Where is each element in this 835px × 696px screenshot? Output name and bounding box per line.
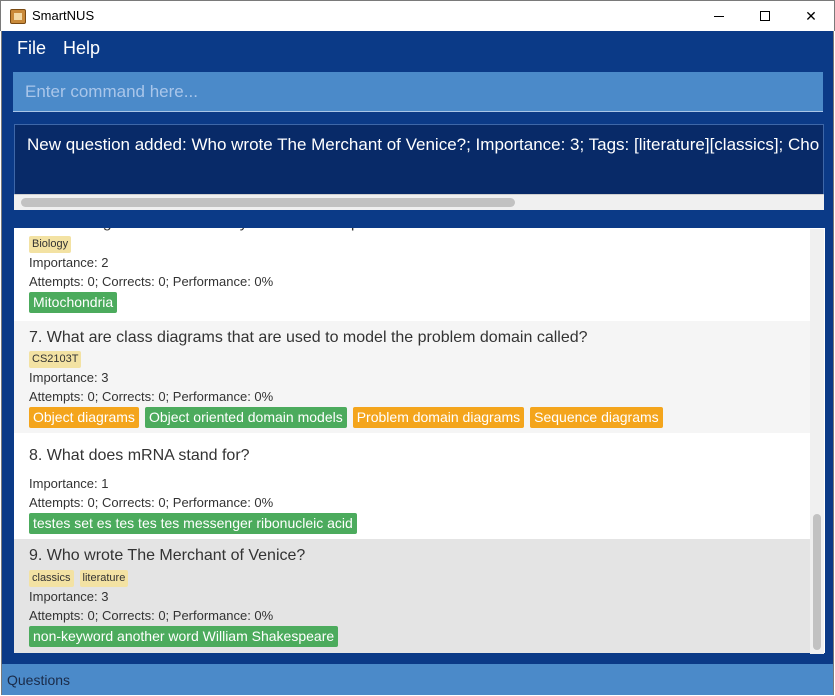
question-card[interactable]: 8. What does mRNA stand for? Importance: … — [14, 433, 810, 539]
tag-list: classics literature — [29, 570, 129, 587]
title-bar: SmartNUS ✕ — [0, 0, 835, 31]
command-box — [13, 72, 823, 112]
question-stats: Attempts: 0; Corrects: 0; Performance: 0… — [29, 274, 274, 289]
question-stats: Attempts: 0; Corrects: 0; Performance: 0… — [29, 389, 274, 404]
question-list: 6. What organelle is commonly known as t… — [14, 228, 825, 653]
question-card[interactable]: 7. What are class diagrams that are used… — [14, 321, 810, 433]
tag-list: Biology — [29, 236, 72, 253]
question-list-scrollbar[interactable] — [810, 229, 824, 654]
question-importance: Importance: 3 — [29, 589, 109, 604]
question-stats: Attempts: 0; Corrects: 0; Performance: 0… — [29, 495, 274, 510]
question-title: 6. What organelle is commonly known as t… — [29, 228, 520, 232]
question-importance: Importance: 2 — [29, 255, 109, 270]
status-bar: Questions — [2, 664, 833, 695]
result-text: New question added: Who wrote The Mercha… — [27, 135, 820, 154]
question-title: 9. Who wrote The Merchant of Venice? — [29, 547, 306, 564]
question-importance: Importance: 1 — [29, 476, 109, 491]
tag-badge: Biology — [29, 236, 72, 253]
tag-list: CS2103T — [29, 351, 82, 368]
menu-help[interactable]: Help — [63, 38, 100, 59]
close-icon: ✕ — [805, 7, 817, 24]
menu-bar: File Help — [2, 31, 833, 67]
result-horizontal-scrollbar[interactable] — [14, 194, 824, 210]
option-list: testes set es tes tes tes messenger ribo… — [29, 513, 357, 534]
question-importance: Importance: 3 — [29, 370, 109, 385]
question-list-scrollbar-thumb[interactable] — [813, 514, 821, 650]
app-window: File Help New question added: Who wrote … — [1, 31, 834, 695]
question-title: 8. What does mRNA stand for? — [29, 447, 250, 464]
close-button[interactable]: ✕ — [788, 1, 834, 31]
correct-option-badge: Object oriented domain models — [144, 407, 347, 428]
maximize-icon — [760, 11, 770, 21]
minimize-icon — [714, 15, 724, 17]
option-badge: Problem domain diagrams — [352, 407, 525, 428]
tag-badge: literature — [79, 570, 129, 587]
option-list: Mitochondria — [29, 292, 118, 313]
result-scrollbar-thumb[interactable] — [21, 198, 515, 207]
option-badge: Object diagrams — [29, 407, 139, 428]
option-list: non-keyword another word William Shakesp… — [29, 626, 339, 647]
option-badge: Sequence diagrams — [530, 407, 663, 428]
window-title: SmartNUS — [32, 8, 95, 23]
maximize-button[interactable] — [742, 1, 788, 31]
command-input[interactable] — [13, 72, 823, 111]
question-card[interactable]: 9. Who wrote The Merchant of Venice? clas… — [14, 539, 810, 653]
correct-option-badge: testes set es tes tes tes messenger ribo… — [29, 513, 357, 534]
minimize-button[interactable] — [696, 1, 742, 31]
menu-file[interactable]: File — [17, 38, 46, 59]
correct-option-badge: non-keyword another word William Shakesp… — [29, 626, 339, 647]
question-card[interactable]: 6. What organelle is commonly known as t… — [14, 228, 810, 321]
status-text: Questions — [7, 672, 71, 688]
tag-badge: CS2103T — [29, 351, 82, 368]
tag-badge: classics — [29, 570, 74, 587]
option-list: Object diagrams Object oriented domain mo… — [29, 407, 663, 428]
correct-option-badge: Mitochondria — [29, 292, 118, 313]
question-title: 7. What are class diagrams that are used… — [29, 329, 588, 346]
question-stats: Attempts: 0; Corrects: 0; Performance: 0… — [29, 608, 274, 623]
app-icon — [10, 9, 26, 24]
